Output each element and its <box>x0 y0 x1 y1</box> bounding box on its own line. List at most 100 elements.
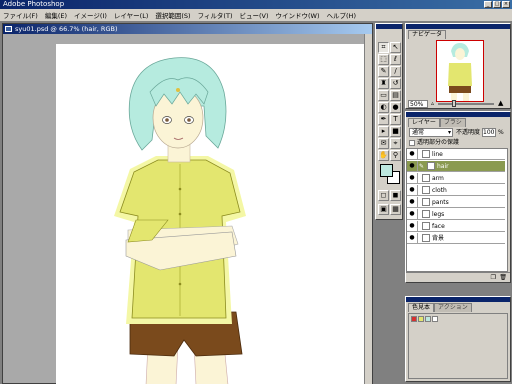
path-select-icon[interactable]: ▸ <box>378 126 389 137</box>
navigator-preview[interactable] <box>436 40 484 102</box>
eye-icon[interactable]: ● <box>407 185 418 195</box>
minimize-icon[interactable]: _ <box>484 1 492 8</box>
swatches-panel: 色見本 アクション <box>405 296 511 382</box>
eye-icon[interactable]: ● <box>407 149 418 159</box>
layer-row-line[interactable]: ● line <box>407 149 505 160</box>
zoom-in-icon[interactable]: ▲ <box>498 99 503 107</box>
zoom-slider-thumb[interactable] <box>452 100 456 107</box>
layer-name: hair <box>437 163 449 170</box>
preserve-transparency-checkbox[interactable] <box>409 140 415 146</box>
opacity-unit: % <box>498 129 504 136</box>
lasso-tool-icon[interactable]: ℓ <box>390 54 401 65</box>
text-tool-icon[interactable]: T <box>390 114 401 125</box>
notes-tool-icon[interactable]: ✉ <box>378 138 389 149</box>
zoom-out-icon[interactable]: ▵ <box>431 100 434 107</box>
maximize-icon[interactable]: □ <box>493 1 501 8</box>
shape-tool-icon[interactable]: ■ <box>390 126 401 137</box>
layer-thumbnail <box>422 234 430 242</box>
eye-icon[interactable]: ● <box>407 233 418 243</box>
layer-row-arm[interactable]: ● arm <box>407 173 505 184</box>
tab-brushes[interactable]: ブラシ <box>439 118 466 127</box>
new-layer-icon[interactable]: ❐ <box>491 274 496 281</box>
menu-select[interactable]: 選択範囲(S) <box>155 10 190 20</box>
layers-panel-footer: ❐ 🗑 <box>406 272 510 282</box>
document-title: syu01.psd @ 66.7% (hair, RGB) <box>15 25 118 33</box>
layer-row-hair[interactable]: ● ✎ hair <box>407 161 505 172</box>
layer-thumbnail <box>422 150 430 158</box>
layers-panel: レイヤー ブラシ 通常 ▾ 不透明度 100 % 透明部分の保護 ● line ● ✎ h… <box>405 111 511 283</box>
layer-name: line <box>432 151 443 158</box>
zoom-tool-icon[interactable]: ⚲ <box>390 150 401 161</box>
menu-view[interactable]: ビュー(V) <box>239 10 268 20</box>
foreground-color-swatch[interactable] <box>380 164 393 177</box>
navigator-zoom-value[interactable]: 50% <box>408 100 428 108</box>
title-bar: Adobe Photoshop _ □ × <box>0 0 512 9</box>
chevron-down-icon: ▾ <box>447 129 451 136</box>
navigator-zoom-slider[interactable] <box>438 103 494 105</box>
swatch-red[interactable] <box>411 316 417 322</box>
layer-row-cloth[interactable]: ● cloth <box>407 185 505 196</box>
tab-actions[interactable]: アクション <box>434 303 472 312</box>
tab-swatches[interactable]: 色見本 <box>408 303 435 312</box>
opacity-input[interactable]: 100 <box>482 128 496 137</box>
layer-row-legs[interactable]: ● legs <box>407 209 505 220</box>
swatches-title-bar[interactable] <box>406 297 510 302</box>
fullscreen-mode-icon[interactable]: ▦ <box>390 204 401 215</box>
menu-edit[interactable]: 編集(E) <box>45 10 67 20</box>
tab-navigator[interactable]: ナビゲータ <box>408 30 447 39</box>
move-tool-icon[interactable]: ↖ <box>390 42 401 53</box>
navigator-thumbnail <box>448 43 472 101</box>
pencil-tool-icon[interactable]: / <box>390 66 401 77</box>
document-icon <box>5 26 12 32</box>
eye-icon[interactable]: ● <box>407 161 418 171</box>
menu-layer[interactable]: レイヤー(L) <box>114 10 149 20</box>
gradient-tool-icon[interactable]: ▤ <box>390 90 401 101</box>
layer-name: face <box>432 223 445 230</box>
opacity-label: 不透明度 <box>456 129 481 136</box>
history-brush-icon[interactable]: ↺ <box>390 78 401 89</box>
stamp-tool-icon[interactable]: ♜ <box>378 78 389 89</box>
screen-mode-icon[interactable]: ▣ <box>378 204 389 215</box>
document-window: syu01.psd @ 66.7% (hair, RGB) <box>2 23 373 384</box>
hand-tool-icon[interactable]: ✋ <box>378 150 389 161</box>
toolbox-title-bar[interactable] <box>376 24 402 29</box>
canvas[interactable] <box>56 44 365 384</box>
marquee-tool-icon[interactable]: ⬚ <box>378 54 389 65</box>
layer-row-pants[interactable]: ● pants <box>407 197 505 208</box>
menu-help[interactable]: ヘルプ(H) <box>327 10 356 20</box>
swatch-mint[interactable] <box>425 316 431 322</box>
eye-icon[interactable]: ● <box>407 221 418 231</box>
pen-tool-icon[interactable]: ✒ <box>378 114 389 125</box>
eyedropper-tool-icon[interactable]: ⌖ <box>390 138 401 149</box>
layer-row-背景[interactable]: ● 背景 <box>407 233 505 244</box>
vertical-scrollbar[interactable] <box>364 34 372 384</box>
layer-name: legs <box>432 211 445 218</box>
preserve-transparency-label: 透明部分の保護 <box>417 139 460 146</box>
menu-file[interactable]: ファイル(F) <box>3 10 38 20</box>
blend-mode-select[interactable]: 通常 ▾ <box>409 128 453 137</box>
blur-tool-icon[interactable]: ◐ <box>378 102 389 113</box>
close-icon[interactable]: × <box>502 1 510 8</box>
eye-icon[interactable]: ● <box>407 197 418 207</box>
menu-image[interactable]: イメージ(I) <box>74 10 107 20</box>
layers-title-bar[interactable] <box>406 112 510 117</box>
menu-filter[interactable]: フィルタ(T) <box>198 10 233 20</box>
blend-mode-value: 通常 <box>412 129 425 136</box>
swatch-white[interactable] <box>432 316 438 322</box>
eraser-tool-icon[interactable]: ▭ <box>378 90 389 101</box>
mask-mode-icon[interactable]: ◼ <box>390 190 401 201</box>
crop-tool-icon[interactable]: ⌗ <box>378 42 389 53</box>
eye-icon[interactable]: ● <box>407 173 418 183</box>
trash-icon[interactable]: 🗑 <box>499 274 507 281</box>
quick-mask-icon[interactable]: ◻ <box>378 190 389 201</box>
navigator-title-bar[interactable] <box>406 24 510 29</box>
brush-tool-icon[interactable]: ✎ <box>378 66 389 77</box>
layer-row-face[interactable]: ● face <box>407 221 505 232</box>
swatch-yellow[interactable] <box>418 316 424 322</box>
document-title-bar[interactable]: syu01.psd @ 66.7% (hair, RGB) <box>3 24 372 34</box>
eye-icon[interactable]: ● <box>407 209 418 219</box>
tab-layers[interactable]: レイヤー <box>408 118 440 127</box>
brush-icon: ✎ <box>419 163 425 170</box>
menu-window[interactable]: ウインドウ(W) <box>276 10 320 20</box>
dodge-tool-icon[interactable]: ● <box>390 102 401 113</box>
